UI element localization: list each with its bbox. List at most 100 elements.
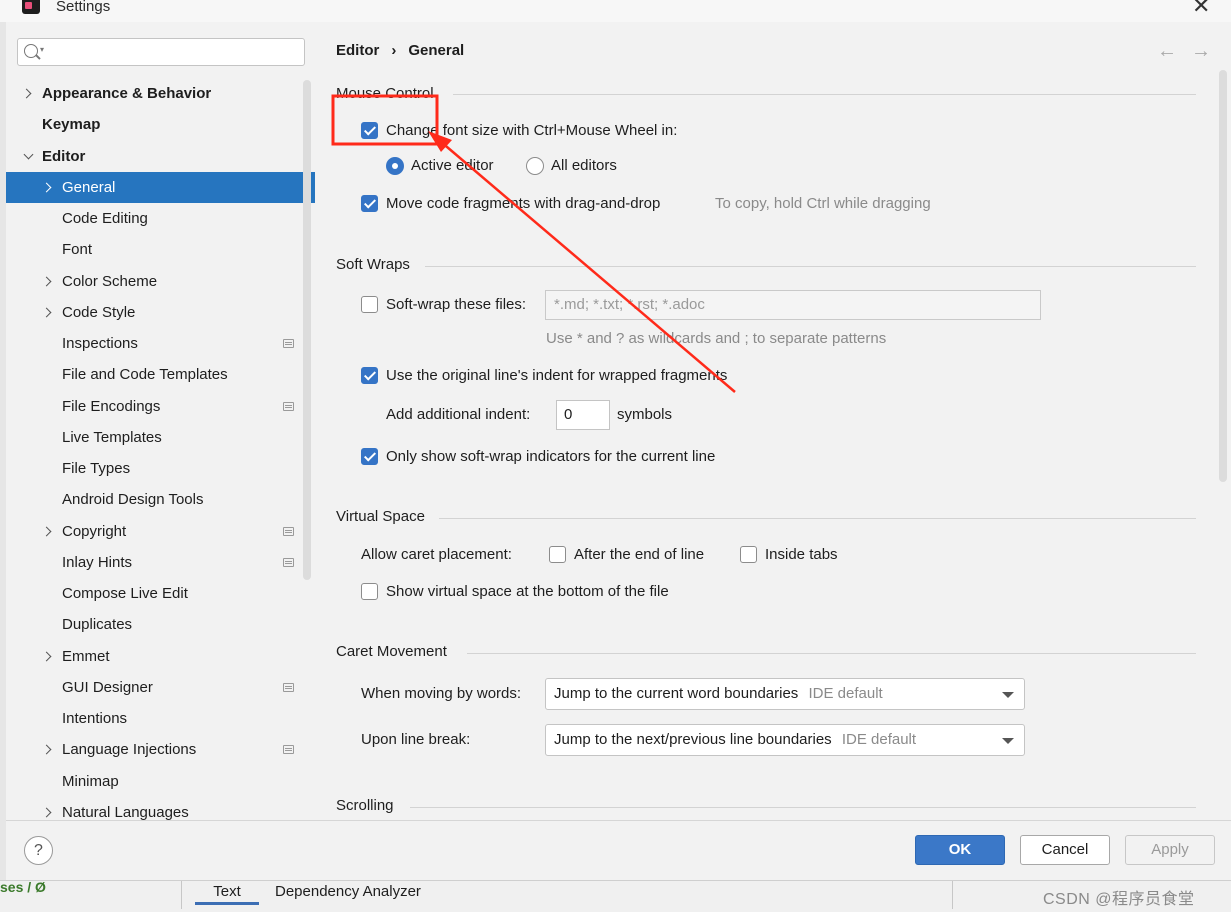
search-options-caret-icon[interactable]: ▾ xyxy=(40,45,44,54)
all-editors-label[interactable]: All editors xyxy=(551,157,617,174)
moving-by-words-value: Jump to the current word boundaries xyxy=(554,685,799,702)
moving-by-words-label: When moving by words: xyxy=(361,685,522,702)
patterns-hint: Use * and ? as wildcards and ; to separa… xyxy=(546,330,887,347)
chevron-right-icon[interactable] xyxy=(41,307,52,318)
apply-button[interactable]: Apply xyxy=(1125,835,1215,865)
sidebar-item-file-types[interactable]: File Types xyxy=(6,453,315,484)
line-break-default-tag: IDE default xyxy=(841,731,917,748)
sidebar-item-color-scheme[interactable]: Color Scheme xyxy=(6,266,315,297)
inside-tabs-checkbox[interactable] xyxy=(740,546,757,563)
sidebar-item-label: Font xyxy=(62,241,93,259)
sidebar-item-emmet[interactable]: Emmet xyxy=(6,641,315,672)
additional-indent-input[interactable]: 0 xyxy=(556,400,610,430)
sidebar-item-copyright[interactable]: Copyright xyxy=(6,516,315,547)
soft-wrap-files-label[interactable]: Soft-wrap these files: xyxy=(386,296,526,313)
chevron-right-icon[interactable] xyxy=(41,651,52,661)
sidebar-item-label: File and Code Templates xyxy=(62,366,228,384)
tab-text[interactable]: Text xyxy=(195,881,259,905)
after-end-of-line-label[interactable]: After the end of line xyxy=(574,546,704,563)
ok-button[interactable]: OK xyxy=(915,835,1005,865)
search-input[interactable] xyxy=(52,42,292,62)
sidebar-item-editor[interactable]: Editor xyxy=(6,141,315,172)
change-font-size-checkbox[interactable] xyxy=(361,122,378,139)
tab-dependency-analyzer[interactable]: Dependency Analyzer xyxy=(275,881,421,903)
sidebar-item-label: Natural Languages xyxy=(62,803,189,820)
help-button[interactable]: ? xyxy=(24,836,53,865)
sidebar-item-live-templates[interactable]: Live Templates xyxy=(6,422,315,453)
window-title: Settings xyxy=(56,0,111,15)
chevron-down-icon[interactable] xyxy=(23,149,34,159)
sidebar-item-file-and-code-templates[interactable]: File and Code Templates xyxy=(6,359,315,390)
breadcrumb-current: General xyxy=(408,42,465,59)
sidebar-item-code-editing[interactable]: Code Editing xyxy=(6,203,315,234)
breadcrumb: Editor › General xyxy=(336,42,464,59)
sidebar-item-natural-languages[interactable]: Natural Languages xyxy=(6,797,315,820)
line-break-dropdown[interactable]: Jump to the next/previous line boundarie… xyxy=(545,724,1025,756)
sidebar-item-compose-live-edit[interactable]: Compose Live Edit xyxy=(6,578,315,609)
cancel-button[interactable]: Cancel xyxy=(1020,835,1110,865)
sidebar-item-keymap[interactable]: Keymap xyxy=(6,109,315,140)
chevron-right-icon[interactable] xyxy=(41,526,52,536)
sidebar-item-label: Emmet xyxy=(62,647,110,665)
only-current-line-label[interactable]: Only show soft-wrap indicators for the c… xyxy=(386,448,715,465)
section-title-caret-movement: Caret Movement xyxy=(336,643,447,660)
sidebar-item-language-injections[interactable]: Language Injections xyxy=(6,734,315,765)
active-editor-radio[interactable] xyxy=(386,157,404,175)
sidebar-item-label: Compose Live Edit xyxy=(62,585,188,602)
divider xyxy=(181,881,182,909)
sidebar-item-inlay-hints[interactable]: Inlay Hints xyxy=(6,547,315,578)
after-end-of-line-checkbox[interactable] xyxy=(549,546,566,563)
forward-arrow-icon[interactable]: → xyxy=(1191,40,1211,63)
sidebar-item-file-encodings[interactable]: File Encodings xyxy=(6,391,315,422)
sidebar-item-minimap[interactable]: Minimap xyxy=(6,766,315,797)
show-virtual-space-checkbox[interactable] xyxy=(361,583,378,600)
section-divider xyxy=(467,653,1196,654)
sidebar-scrollbar[interactable] xyxy=(303,80,311,580)
allow-caret-label: Allow caret placement: xyxy=(361,546,512,563)
active-editor-label[interactable]: Active editor xyxy=(411,157,494,174)
sidebar-item-label: Android Design Tools xyxy=(62,491,204,509)
move-fragments-checkbox[interactable] xyxy=(361,195,378,212)
original-indent-checkbox[interactable] xyxy=(361,367,378,384)
breadcrumb-parent[interactable]: Editor xyxy=(336,42,379,59)
move-fragments-label[interactable]: Move code fragments with drag-and-drop xyxy=(386,195,660,212)
sidebar-item-appearance-behavior[interactable]: Appearance & Behavior xyxy=(6,78,315,109)
sidebar-item-gui-designer[interactable]: GUI Designer xyxy=(6,672,315,703)
settings-search-field[interactable]: ▾ xyxy=(17,38,305,66)
back-arrow-icon[interactable]: ← xyxy=(1157,40,1177,63)
project-scope-icon xyxy=(283,526,294,536)
inside-tabs-label[interactable]: Inside tabs xyxy=(765,546,838,563)
section-divider xyxy=(425,266,1196,267)
all-editors-radio[interactable] xyxy=(526,157,544,175)
sidebar-item-inspections[interactable]: Inspections xyxy=(6,328,315,359)
chevron-right-icon[interactable] xyxy=(41,744,52,755)
sidebar-item-duplicates[interactable]: Duplicates xyxy=(6,609,315,640)
only-current-line-checkbox[interactable] xyxy=(361,448,378,465)
ide-footer: ses / Ø Text Dependency Analyzer CSDN @程… xyxy=(0,879,1231,912)
chevron-right-icon[interactable] xyxy=(21,88,32,99)
chevron-right-icon[interactable] xyxy=(41,182,52,193)
chevron-right-icon[interactable] xyxy=(41,276,52,286)
change-font-size-label[interactable]: Change font size with Ctrl+Mouse Wheel i… xyxy=(386,122,677,139)
close-icon[interactable]: ✕ xyxy=(1192,0,1210,17)
project-scope-icon xyxy=(283,745,294,755)
original-indent-label[interactable]: Use the original line's indent for wrapp… xyxy=(386,367,727,384)
moving-by-words-dropdown[interactable]: Jump to the current word boundaries IDE … xyxy=(545,678,1025,710)
show-virtual-space-label[interactable]: Show virtual space at the bottom of the … xyxy=(386,583,669,600)
line-break-value: Jump to the next/previous line boundarie… xyxy=(554,731,832,748)
soft-wrap-patterns-field[interactable]: *.md; *.txt; *.rst; *.adoc xyxy=(545,290,1041,320)
sidebar-item-label: File Encodings xyxy=(62,397,161,415)
sidebar-item-general[interactable]: General xyxy=(6,171,315,203)
sidebar-item-font[interactable]: Font xyxy=(6,234,315,265)
section-title-virtual-space: Virtual Space xyxy=(336,508,425,525)
content-scrollbar[interactable] xyxy=(1219,70,1227,482)
sidebar-item-android-design-tools[interactable]: Android Design Tools xyxy=(6,484,315,515)
sidebar-item-code-style[interactable]: Code Style xyxy=(6,297,315,328)
chevron-right-icon[interactable] xyxy=(41,807,52,818)
section-divider xyxy=(439,518,1196,519)
dialog-button-bar: ? OK Cancel Apply xyxy=(6,820,1231,880)
sidebar-item-intentions[interactable]: Intentions xyxy=(6,703,315,734)
divider xyxy=(952,881,953,909)
soft-wrap-files-checkbox[interactable] xyxy=(361,296,378,313)
search-icon xyxy=(24,44,38,58)
